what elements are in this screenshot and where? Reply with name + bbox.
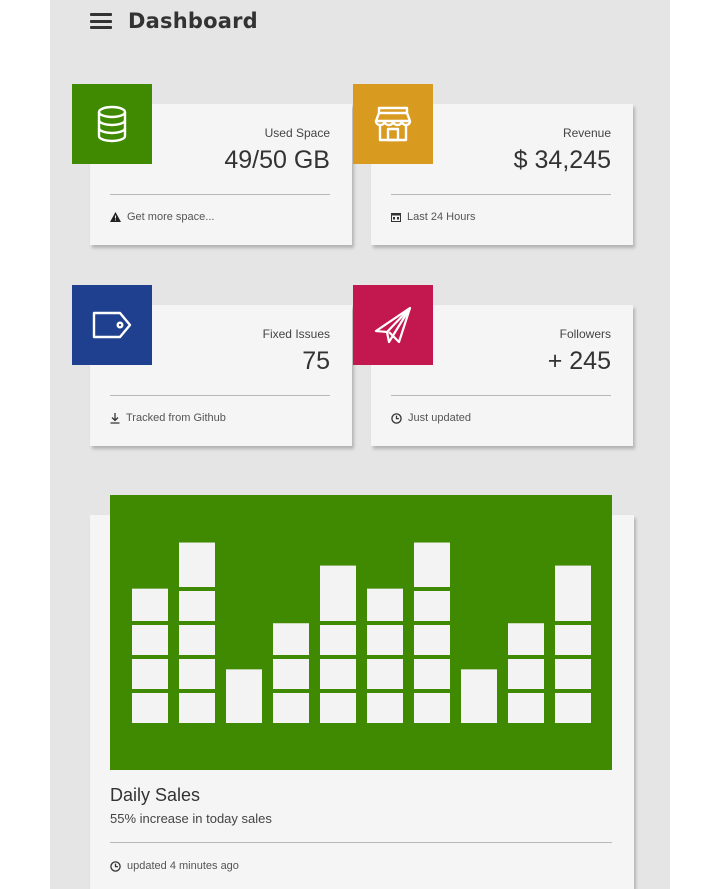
card-footer-text: Tracked from Github xyxy=(126,412,226,424)
bar-segment xyxy=(367,659,403,689)
card-value: 49/50 GB xyxy=(224,146,330,174)
card-footer: Tracked from Github xyxy=(110,412,226,424)
sales-bar xyxy=(179,542,215,723)
chart-title: Daily Sales xyxy=(110,785,201,805)
bar-segment xyxy=(320,659,356,689)
paper-plane-icon xyxy=(353,285,433,365)
card-footer-text: Just updated xyxy=(408,412,471,424)
stat-card-used-space: Used Space 49/50 GB Get more space... xyxy=(72,84,352,245)
bar-segment xyxy=(320,625,356,655)
bar-segment xyxy=(132,588,168,591)
card-category: Followers xyxy=(559,327,611,341)
card-divider xyxy=(110,194,330,195)
bar-segment xyxy=(132,591,168,621)
bar-segment xyxy=(508,693,544,723)
chart-footer-text: updated 4 minutes ago xyxy=(127,860,239,872)
bar-segment xyxy=(414,693,450,723)
bar-segment xyxy=(414,542,450,557)
bar-segment xyxy=(320,565,356,591)
card-footer: Just updated xyxy=(391,412,471,424)
bar-segment xyxy=(273,659,309,689)
bar-segment xyxy=(179,693,215,723)
bar-segment xyxy=(226,669,262,693)
sales-bar xyxy=(555,565,591,723)
bar-segment xyxy=(555,693,591,723)
sales-bar xyxy=(461,669,497,723)
bar-segment xyxy=(461,669,497,693)
bar-segment xyxy=(414,625,450,655)
sales-bar xyxy=(273,623,309,723)
download-icon xyxy=(110,412,120,424)
bar-segment xyxy=(273,693,309,723)
bar-segment xyxy=(414,557,450,587)
bar-segment xyxy=(508,623,544,625)
bar-segment xyxy=(179,557,215,587)
chart-subtitle: 55% increase in today sales xyxy=(110,811,272,826)
clock-icon xyxy=(391,412,402,424)
card-footer-link[interactable]: Get more space... xyxy=(110,211,214,223)
sales-bar xyxy=(508,623,544,723)
chart-divider xyxy=(110,842,612,843)
bar-segment xyxy=(555,625,591,655)
sales-chart-svg xyxy=(110,495,612,770)
card-value: 75 xyxy=(302,347,330,375)
card-divider xyxy=(391,395,611,396)
sales-bar xyxy=(320,565,356,723)
tag-icon xyxy=(72,285,152,365)
sales-bar xyxy=(226,669,262,723)
database-icon xyxy=(72,84,152,164)
bar-segment xyxy=(367,625,403,655)
dashboard-panel: Dashboard Used Space 49/50 GB Get more s… xyxy=(50,0,670,889)
bar-segment xyxy=(132,693,168,723)
card-category: Fixed Issues xyxy=(262,327,330,341)
card-footer-text: Last 24 Hours xyxy=(407,211,476,223)
bar-segment xyxy=(179,542,215,557)
bar-segment xyxy=(273,623,309,625)
header: Dashboard xyxy=(90,6,258,36)
warning-icon xyxy=(110,212,121,222)
hamburger-icon[interactable] xyxy=(90,13,112,29)
bar-segment xyxy=(508,625,544,655)
bar-segment xyxy=(367,588,403,591)
bar-segment xyxy=(367,591,403,621)
store-icon xyxy=(353,84,433,164)
chart-footer: updated 4 minutes ago xyxy=(110,860,239,872)
calendar-icon xyxy=(391,212,401,222)
card-category: Used Space xyxy=(264,126,330,140)
bar-segment xyxy=(273,625,309,655)
sales-bar xyxy=(414,542,450,723)
card-footer: Last 24 Hours xyxy=(391,211,475,223)
bar-segment xyxy=(414,591,450,621)
bar-segment xyxy=(555,591,591,621)
bar-segment xyxy=(179,659,215,689)
bar-segment xyxy=(179,591,215,621)
bar-segment xyxy=(132,625,168,655)
card-value: + 245 xyxy=(547,347,611,375)
bar-segment xyxy=(508,659,544,689)
bar-segment xyxy=(132,659,168,689)
stat-card-revenue: Revenue $ 34,245 Last 24 Hours xyxy=(353,84,633,245)
bar-segment xyxy=(414,659,450,689)
bar-segment xyxy=(226,693,262,723)
clock-icon xyxy=(110,860,121,872)
bar-segment xyxy=(320,693,356,723)
bar-segment xyxy=(179,625,215,655)
bar-segment xyxy=(461,693,497,723)
card-value: $ 34,245 xyxy=(513,146,611,174)
stat-card-followers: Followers + 245 Just updated xyxy=(353,285,633,446)
bar-segment xyxy=(320,591,356,621)
bar-segment xyxy=(367,693,403,723)
bar-segment xyxy=(555,565,591,591)
daily-sales-chart xyxy=(110,495,612,770)
card-divider xyxy=(391,194,611,195)
bar-segment xyxy=(555,659,591,689)
daily-sales-card: Daily Sales 55% increase in today sales … xyxy=(90,495,634,889)
page-title: Dashboard xyxy=(128,9,258,33)
stat-card-fixed-issues: Fixed Issues 75 Tracked from Github xyxy=(72,285,352,446)
card-footer-text: Get more space... xyxy=(127,211,215,223)
card-category: Revenue xyxy=(562,126,611,140)
card-divider xyxy=(110,395,330,396)
